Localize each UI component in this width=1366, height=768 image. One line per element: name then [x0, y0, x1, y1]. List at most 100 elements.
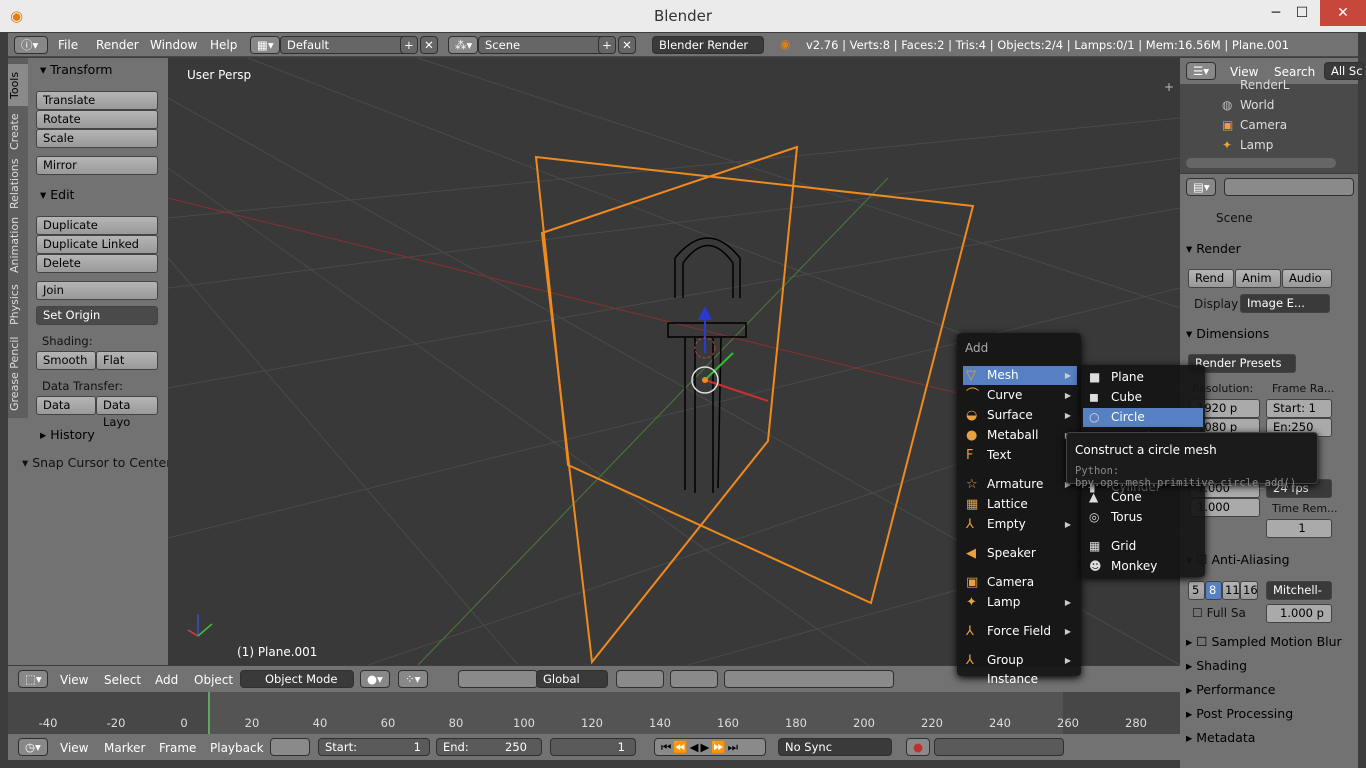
remove-layout-icon[interactable]: ✕ — [420, 36, 438, 54]
motion-blur-panel[interactable]: ▸ ☐ Sampled Motion Blur — [1186, 634, 1342, 649]
sync-select[interactable]: No Sync — [778, 738, 892, 756]
smooth-button[interactable]: Smooth — [36, 351, 96, 370]
mesh-item-torus[interactable]: ◎ Torus — [1083, 508, 1203, 527]
metadata-panel[interactable]: ▸ Metadata — [1186, 730, 1255, 745]
outliner-filter-select[interactable]: All Sc — [1324, 62, 1364, 80]
timeline[interactable]: -40 -20 0 20 40 60 80 100 120 140 160 180 200 220 240 2… — [8, 692, 1180, 734]
data-layout-button[interactable]: Data Layo — [96, 396, 158, 429]
record-buttons[interactable] — [270, 738, 310, 756]
remove-scene-icon[interactable]: ✕ — [618, 36, 636, 54]
time-remap-field[interactable]: 1 — [1266, 519, 1332, 538]
menu-object[interactable]: Object — [194, 673, 233, 687]
set-origin-select[interactable]: Set Origin — [36, 306, 158, 325]
pivot-select[interactable]: ⁘▾ — [398, 670, 428, 688]
add-layout-icon[interactable]: + — [400, 36, 418, 54]
keying-set-field[interactable] — [934, 738, 1064, 756]
flat-button[interactable]: Flat — [96, 351, 158, 370]
snap-tools[interactable] — [724, 670, 894, 688]
add-menu-item-mesh[interactable]: ▽ Mesh ▶ — [963, 366, 1077, 385]
tab-animation[interactable]: Animation — [8, 214, 28, 276]
mesh-item-plane[interactable]: ■ Plane — [1083, 368, 1203, 387]
add-menu-item-curve[interactable]: ⌒ Curve ▶ — [963, 386, 1077, 405]
menu-select[interactable]: Select — [104, 673, 141, 687]
join-button[interactable]: Join — [36, 281, 158, 300]
menu-search[interactable]: Search — [1274, 65, 1315, 79]
menu-playback[interactable]: Playback — [210, 741, 264, 755]
add-menu-item-group-instance[interactable]: ⅄ Group Instance ▶ — [963, 651, 1077, 686]
menu-view[interactable]: View — [60, 673, 88, 687]
rotate-button[interactable]: Rotate — [36, 110, 158, 129]
scale-button[interactable]: Scale — [36, 129, 158, 148]
add-menu-item-speaker[interactable]: ◀ Speaker — [963, 544, 1077, 563]
editor-type-button[interactable]: ⬚▾ — [18, 670, 48, 688]
tab-physics[interactable]: Physics — [8, 280, 28, 330]
render-panel-title[interactable]: ▾ Render — [1186, 241, 1241, 256]
aa-sample-11[interactable]: 11 — [1222, 581, 1240, 600]
autokey-button[interactable]: ● — [906, 738, 930, 756]
menu-add[interactable]: Add — [155, 673, 178, 687]
playback-controls[interactable]: ⏮⏪◀▶⏩⏭ — [654, 738, 766, 756]
duplicate-linked-button[interactable]: Duplicate Linked — [36, 235, 158, 254]
aa-filter-select[interactable]: Mitchell- — [1266, 581, 1332, 600]
delete-button[interactable]: Delete — [36, 254, 158, 273]
add-menu-item-camera[interactable]: ▣ Camera — [963, 573, 1077, 592]
menu-file[interactable]: File — [58, 38, 78, 52]
render-image-button[interactable]: Rend — [1188, 269, 1234, 288]
add-scene-icon[interactable]: + — [598, 36, 616, 54]
start-frame-field[interactable]: Start: 1 — [318, 738, 430, 756]
menu-view[interactable]: View — [60, 741, 88, 755]
menu-help[interactable]: Help — [210, 38, 237, 52]
layout-icon[interactable]: ▦▾ — [250, 36, 280, 54]
mesh-item-cube[interactable]: ◼ Cube — [1083, 388, 1203, 407]
duplicate-button[interactable]: Duplicate — [36, 216, 158, 235]
aa-sample-16[interactable]: 16 — [1240, 581, 1258, 600]
data-button[interactable]: Data — [36, 396, 96, 415]
add-menu-item-lamp[interactable]: ✦ Lamp ▶ — [963, 593, 1077, 612]
mesh-item-circle[interactable]: ○ Circle — [1083, 408, 1203, 427]
menu-marker[interactable]: Marker — [104, 741, 145, 755]
scene-icon[interactable]: ⁂▾ — [448, 36, 478, 54]
edit-panel-title[interactable]: ▾ Edit — [40, 187, 74, 202]
tab-tools[interactable]: Tools — [8, 64, 28, 106]
render-anim-button[interactable]: Anim — [1235, 269, 1281, 288]
add-menu-item-force-field[interactable]: ⅄ Force Field ▶ — [963, 622, 1077, 641]
manipulator-buttons[interactable] — [458, 670, 538, 688]
context-tabs[interactable] — [1224, 178, 1354, 196]
mesh-item-monkey[interactable]: ☻ Monkey — [1083, 557, 1203, 576]
render-audio-button[interactable]: Audio — [1282, 269, 1332, 288]
end-frame-field[interactable]: End: 250 — [436, 738, 542, 756]
snap-cursor-operator[interactable]: ▾ Snap Cursor to Center — [22, 455, 171, 470]
editor-type-button[interactable]: ⓘ▾ — [14, 36, 48, 54]
editor-type-button[interactable]: ▤▾ — [1186, 178, 1216, 196]
current-frame-field[interactable]: 1 — [550, 738, 636, 756]
shading-select[interactable]: ●▾ — [360, 670, 390, 688]
shading-panel[interactable]: ▸ Shading — [1186, 658, 1247, 673]
layers-1[interactable] — [616, 670, 664, 688]
performance-panel[interactable]: ▸ Performance — [1186, 682, 1275, 697]
filter-size-field[interactable]: 1.000 p — [1266, 604, 1332, 623]
z-gizmo-head[interactable] — [698, 306, 712, 320]
scene-field[interactable]: Scene — [478, 36, 606, 54]
history-panel-title[interactable]: ▸ History — [40, 427, 95, 442]
frame-start-field[interactable]: Start: 1 — [1266, 399, 1332, 418]
outliner-item-camera[interactable]: Camera — [1240, 118, 1287, 132]
mirror-button[interactable]: Mirror — [36, 156, 158, 175]
full-sample-checkbox[interactable]: ☐ Full Sa — [1192, 606, 1246, 620]
add-menu-item-surface[interactable]: ◒ Surface ▶ — [963, 406, 1077, 425]
tab-create[interactable]: Create — [8, 108, 28, 156]
mode-select[interactable]: Object Mode — [240, 670, 354, 688]
transform-panel-title[interactable]: ▾ Transform — [40, 62, 112, 77]
aa-sample-5[interactable]: 5 — [1188, 581, 1205, 600]
aa-sample-8[interactable]: 8 — [1205, 581, 1222, 600]
add-menu-item-lattice[interactable]: ▦ Lattice — [963, 495, 1077, 514]
editor-type-button[interactable]: ◷▾ — [18, 738, 48, 756]
outliner-scrollbar[interactable] — [1186, 158, 1336, 168]
post-processing-panel[interactable]: ▸ Post Processing — [1186, 706, 1293, 721]
add-menu-item-metaball[interactable]: ●Metaball▶ — [963, 426, 1077, 445]
mesh-item-cone[interactable]: ▲ Cone — [1083, 488, 1203, 507]
render-engine-select[interactable]: Blender Render — [652, 36, 764, 54]
menu-window[interactable]: Window — [150, 38, 197, 52]
layout-field[interactable]: Default — [280, 36, 408, 54]
display-select[interactable]: Image E... — [1240, 294, 1330, 313]
mesh-item-grid[interactable]: ▦ Grid — [1083, 537, 1203, 556]
